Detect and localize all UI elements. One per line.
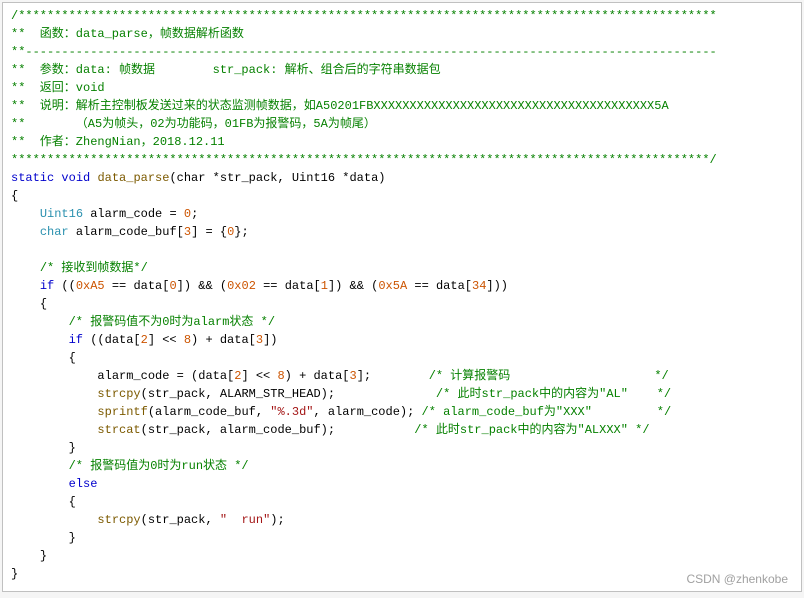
stars-mid: **--------------------------------------… — [11, 45, 717, 59]
cmt-return: ** 返回：void — [11, 81, 105, 95]
brace-close: } — [11, 567, 18, 581]
cmt-al: /* 此时str_pack中的内容为"AL" */ — [436, 387, 671, 401]
code-block: /***************************************… — [2, 2, 802, 592]
cmt-xxx: /* alarm_code_buf为"XXX" */ — [422, 405, 672, 419]
cmt-desc: ** 说明：解析主控制板发送过来的状态监测帧数据，如A50201FBXXXXXX… — [11, 99, 669, 113]
cmt-desc2: ** （A5为帧头，02为功能码，01FB为报警码，5A为帧尾） — [11, 117, 376, 131]
fn-sprintf: sprintf — [97, 405, 147, 419]
cmt-zero: /* 报警码值为0时为run状态 */ — [69, 459, 249, 473]
cmt-notzero: /* 报警码值不为0时为alarm状态 */ — [69, 315, 275, 329]
kw-if1: if — [40, 279, 54, 293]
fn-params: (char *str_pack, Uint16 *data) — [169, 171, 385, 185]
stars-close: ****************************************… — [11, 153, 717, 167]
str-run: " run" — [220, 513, 270, 527]
watermark: CSDN @zhenkobe — [686, 572, 788, 586]
cmt-params: ** 参数：data: 帧数据 str_pack: 解析、组合后的字符串数据包 — [11, 63, 441, 77]
kw-if2: if — [69, 333, 83, 347]
type-uint16: Uint16 — [40, 207, 83, 221]
decl1: alarm_code = — [90, 207, 184, 221]
decl2a: alarm_code_buf[ — [76, 225, 184, 239]
stars-open: /***************************************… — [11, 9, 717, 23]
fn-name: data_parse — [97, 171, 169, 185]
kw-static: static — [11, 171, 54, 185]
kw-void: void — [61, 171, 90, 185]
fn-strcpy2: strcpy — [97, 513, 140, 527]
brace-open: { — [11, 189, 18, 203]
cmt-func: ** 函数：data_parse，帧数据解析函数 — [11, 27, 244, 41]
cmt-recv: /* 接收到帧数据*/ — [40, 261, 148, 275]
fn-strcat: strcat — [97, 423, 140, 437]
fn-strcpy1: strcpy — [97, 387, 140, 401]
num-0: 0 — [184, 207, 191, 221]
kw-else: else — [69, 477, 98, 491]
cmt-alxxx: /* 此时str_pack中的内容为"ALXXX" */ — [414, 423, 649, 437]
str-fmt: "%.3d" — [270, 405, 313, 419]
type-char: char — [40, 225, 69, 239]
cmt-calc: /* 计算报警码 */ — [429, 369, 669, 383]
cmt-author: ** 作者：ZhengNian，2018.12.11 — [11, 135, 225, 149]
